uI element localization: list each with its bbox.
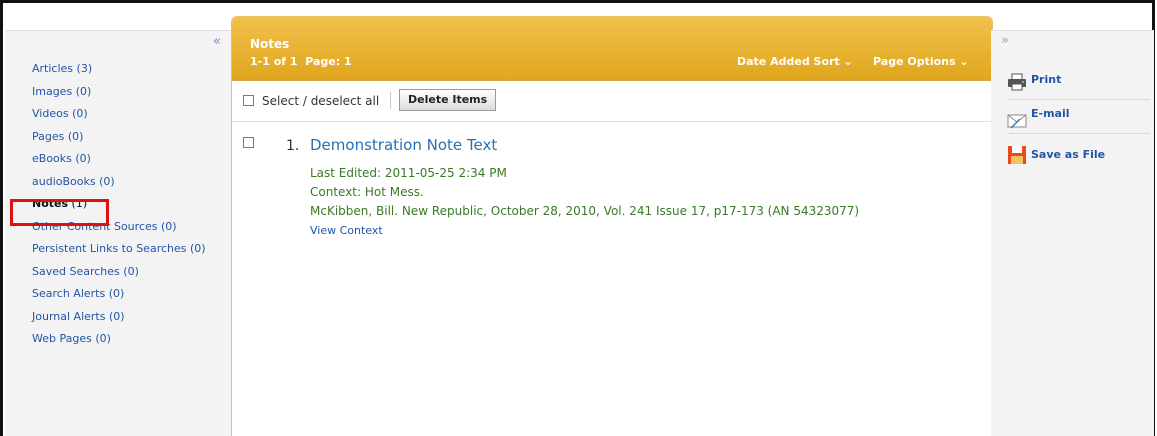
collapse-left-icon[interactable]: «	[213, 34, 221, 49]
page-options-dropdown[interactable]: Page Options ⌄	[873, 55, 969, 68]
select-all-checkbox[interactable]	[243, 95, 254, 106]
sidebar-item-articles[interactable]: Articles (3)	[32, 62, 206, 85]
notes-panel: Notes 1-1 of 1 Page: 1 Date Added Sort ⌄…	[231, 16, 993, 436]
sidebar-item-count: (0)	[67, 129, 84, 143]
sidebar-item-label[interactable]: Search Alerts	[32, 287, 105, 300]
sidebar-item-web-pages[interactable]: Web Pages (0)	[32, 332, 206, 355]
panel-header: Notes 1-1 of 1 Page: 1 Date Added Sort ⌄…	[232, 17, 992, 81]
range-text: 1-1 of 1	[250, 55, 298, 68]
email-label[interactable]: E-mail	[1031, 107, 1070, 120]
collapse-right-icon[interactable]: »	[1001, 33, 1009, 48]
sidebar-item-label[interactable]: eBooks	[32, 152, 72, 165]
sidebar-item-count: (0)	[161, 219, 177, 233]
sidebar-item-count: (0)	[95, 332, 111, 345]
sidebar-item-pages[interactable]: Pages (0)	[32, 130, 206, 153]
toolbar-divider	[390, 92, 391, 109]
save-as-file-tool[interactable]: Save as File	[1007, 133, 1150, 167]
sidebar-item-label[interactable]: Journal Alerts	[32, 310, 105, 323]
sidebar-item-label[interactable]: Images	[32, 85, 72, 98]
delete-items-button[interactable]: Delete Items	[399, 89, 497, 111]
note-number: 1.	[286, 138, 300, 154]
print-label[interactable]: Print	[1031, 73, 1061, 86]
sidebar-item-count: (3)	[76, 62, 93, 75]
printer-icon	[1008, 73, 1026, 91]
email-tool[interactable]: E-mail	[1007, 99, 1150, 134]
sidebar-item-count: (0)	[72, 107, 88, 120]
note-context: Context: Hot Mess.	[310, 185, 424, 199]
note-last-edited: Last Edited: 2011-05-25 2:34 PM	[310, 166, 507, 180]
results-toolbar: Select / deselect all Delete Items	[232, 81, 992, 122]
highlight-box	[10, 199, 109, 226]
print-tool[interactable]: Print	[1007, 65, 1150, 100]
sidebar-item-count: (0)	[108, 287, 125, 300]
sidebar-item-label[interactable]: Persistent Links to Searches	[32, 242, 187, 255]
sort-dropdown[interactable]: Date Added Sort ⌄	[737, 55, 853, 68]
note-checkbox[interactable]	[243, 137, 254, 148]
sidebar-item-ebooks[interactable]: eBooks (0)	[32, 152, 206, 175]
sidebar-item-count: (0)	[75, 84, 92, 98]
sidebar-item-count: (0)	[75, 152, 91, 165]
sidebar-item-search-alerts[interactable]: Search Alerts (0)	[32, 287, 206, 310]
sidebar-item-label[interactable]: Pages	[32, 130, 64, 143]
view-context-link[interactable]: View Context	[310, 224, 383, 237]
envelope-icon	[1007, 114, 1027, 129]
page: « Articles (3) Images (0) Videos (0) Pag…	[3, 3, 1154, 436]
sidebar-item-persistent-links[interactable]: Persistent Links to Searches (0)	[32, 242, 206, 265]
sidebar-item-audiobooks[interactable]: audioBooks (0)	[32, 175, 206, 198]
sidebar-item-count: (0)	[99, 174, 115, 188]
sidebar-item-label[interactable]: Articles	[32, 62, 73, 75]
floppy-disk-icon	[1008, 146, 1026, 164]
sidebar-item-label[interactable]: Web Pages	[32, 332, 92, 345]
select-all-label[interactable]: Select / deselect all	[262, 94, 379, 108]
sidebar-item-count: (0)	[123, 264, 139, 278]
sidebar-item-journal-alerts[interactable]: Journal Alerts (0)	[32, 310, 206, 333]
folder-sidebar: « Articles (3) Images (0) Videos (0) Pag…	[5, 30, 231, 436]
note-citation: McKibben, Bill. New Republic, October 28…	[310, 204, 860, 218]
tools-sidebar: » Print E-mail Save as File	[991, 30, 1154, 436]
sidebar-item-count: (0)	[190, 242, 206, 255]
result-range: 1-1 of 1 Page: 1	[250, 55, 352, 68]
page-number: Page: 1	[305, 55, 352, 68]
sidebar-item-label[interactable]: audioBooks	[32, 175, 96, 188]
note-title-link[interactable]: Demonstration Note Text	[310, 136, 497, 154]
sidebar-item-label[interactable]: Videos	[32, 107, 69, 120]
page-title: Notes	[250, 37, 290, 51]
sidebar-item-label[interactable]: Saved Searches	[32, 265, 120, 278]
sidebar-item-images[interactable]: Images (0)	[32, 85, 206, 108]
sidebar-item-count: (0)	[108, 309, 125, 323]
sidebar-item-videos[interactable]: Videos (0)	[32, 107, 206, 130]
save-as-file-label[interactable]: Save as File	[1031, 148, 1105, 161]
sidebar-item-saved-searches[interactable]: Saved Searches (0)	[32, 265, 206, 288]
